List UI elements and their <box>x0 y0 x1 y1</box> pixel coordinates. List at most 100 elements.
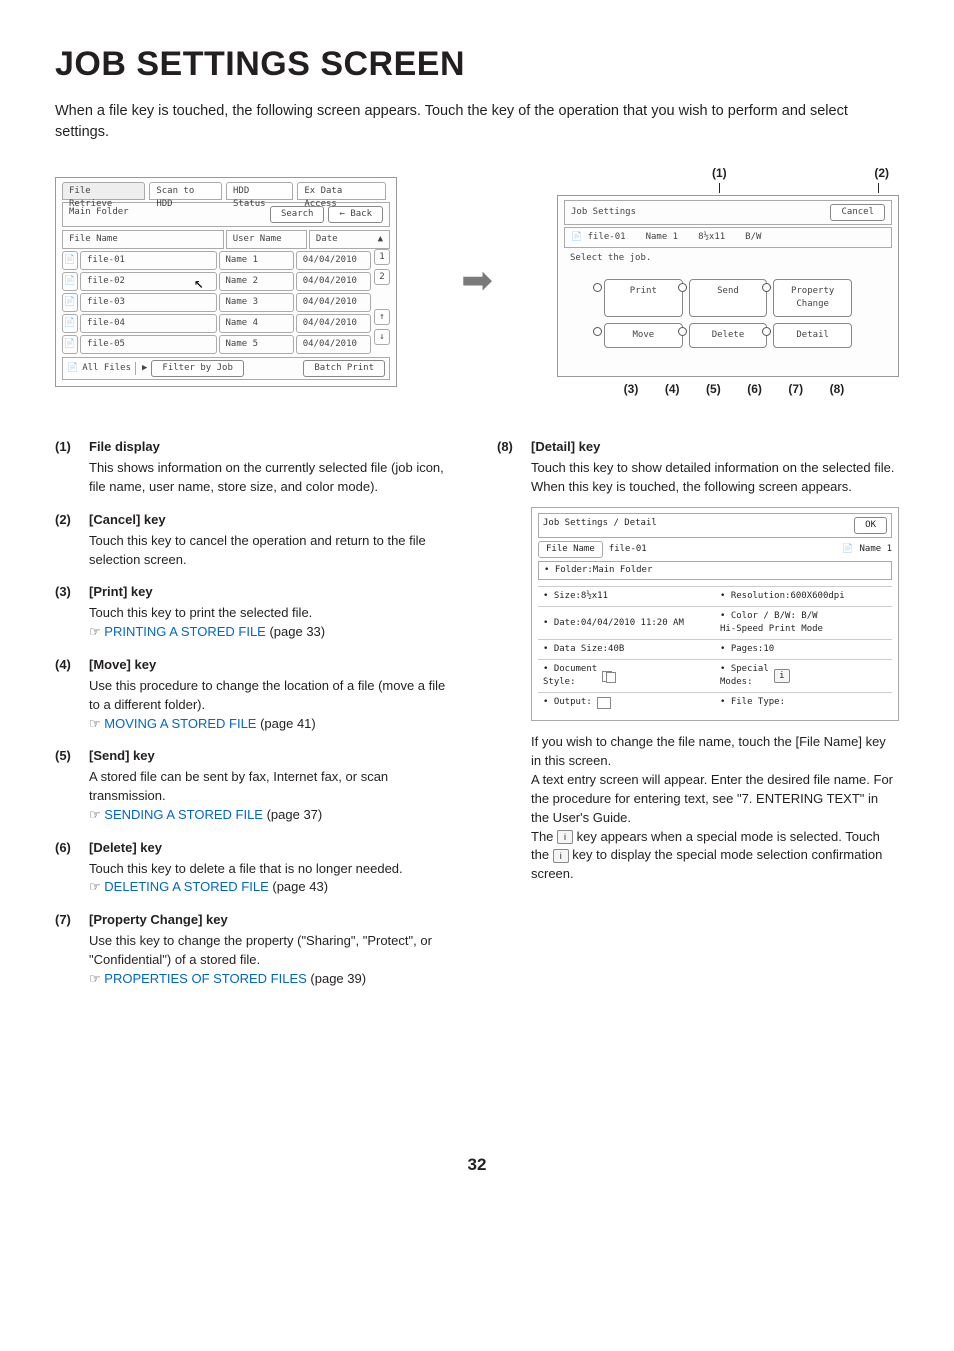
batch-print[interactable]: Batch Print <box>303 360 385 377</box>
detail-cell: • Size:8½x11 <box>538 586 715 606</box>
detail-cell: • Color / B/W: B/WHi-Speed Print Mode <box>715 606 892 639</box>
job-settings-figure: (1) (2) Job Settings Cancel 📄 file-01 Na… <box>557 165 899 398</box>
item-num: (2) <box>55 511 77 570</box>
all-files-label[interactable]: All Files <box>82 362 131 375</box>
item-title: [Cancel] key <box>89 511 457 530</box>
item-body: Use this key to change the property ("Sh… <box>89 932 457 970</box>
item-num: (4) <box>55 656 77 733</box>
item-8-after1: If you wish to change the file name, tou… <box>531 733 899 771</box>
file-row[interactable]: 📄file-02Name 204/04/2010 <box>62 272 371 291</box>
detail-button[interactable]: Detail <box>773 323 852 348</box>
xref-link[interactable]: MOVING A STORED FILE <box>104 716 256 731</box>
file-row[interactable]: 📄file-05Name 504/04/2010 <box>62 335 371 354</box>
file-icon: 📄 <box>62 251 78 270</box>
file-date: 04/04/2010 <box>296 314 371 333</box>
item-title: [Move] key <box>89 656 457 675</box>
item-8-after3: The i key appears when a special mode is… <box>531 828 899 885</box>
callout-2: (2) <box>874 165 889 182</box>
output-icon <box>597 697 611 709</box>
scroll-up[interactable]: ↑ <box>374 309 390 325</box>
item-num: (6) <box>55 839 77 898</box>
file-user: Name 5 <box>219 335 294 354</box>
tab-ex-data-access[interactable]: Ex Data Access <box>297 182 386 200</box>
detail-header: Job Settings / Detail <box>543 517 657 534</box>
move-button[interactable]: Move <box>604 323 683 348</box>
item-num: (1) <box>55 438 77 497</box>
detail-cell: • Date:04/04/2010 11:20 AM <box>538 606 715 639</box>
cancel-button[interactable]: Cancel <box>830 204 885 221</box>
tab-scan-to-hdd[interactable]: Scan to HDD <box>149 182 222 200</box>
item-num: (7) <box>55 911 77 988</box>
file-user: Name 2 <box>219 272 294 291</box>
xref-link[interactable]: SENDING A STORED FILE <box>104 807 263 822</box>
special-modes-icon[interactable]: i <box>774 669 790 683</box>
info-icon: i <box>557 830 573 844</box>
item-title: [Delete] key <box>89 839 457 858</box>
tab-hdd-status[interactable]: HDD Status <box>226 182 293 200</box>
file-row[interactable]: 📄file-04Name 404/04/2010 <box>62 314 371 333</box>
file-user: Name 1 <box>219 251 294 270</box>
col-filename[interactable]: File Name <box>62 230 224 249</box>
sort-icon: ▲ <box>378 233 383 246</box>
page-title: JOB SETTINGS SCREEN <box>55 40 899 89</box>
main-folder-label: Main Folder <box>69 206 129 223</box>
detail-user-icon: 📄 <box>842 543 853 556</box>
callout-8: (8) <box>823 381 851 398</box>
figures-row: File Retrieve Scan to HDD HDD Status Ex … <box>55 165 899 398</box>
item-num: (3) <box>55 583 77 642</box>
item-body: Touch this key to cancel the operation a… <box>89 532 457 570</box>
filter-by-job[interactable]: Filter by Job <box>151 360 243 377</box>
item-8-text2: When this key is touched, the following … <box>531 478 899 497</box>
file-date: 04/04/2010 <box>296 251 371 270</box>
file-date: 04/04/2010 <box>296 293 371 312</box>
callout-3: (3) <box>617 381 645 398</box>
detail-panel: Job Settings / Detail OK File Name file-… <box>531 507 899 721</box>
filename-button[interactable]: File Name <box>538 541 603 558</box>
file-icon: 📄 <box>62 335 78 354</box>
file-row[interactable]: 📄file-03Name 304/04/2010 <box>62 293 371 312</box>
callout-5: (5) <box>699 381 727 398</box>
file-row[interactable]: 📄file-01Name 104/04/2010 <box>62 251 371 270</box>
callout-7: (7) <box>782 381 810 398</box>
col-username[interactable]: User Name <box>226 230 307 249</box>
detail-cell: • Resolution:600X600dpi <box>715 586 892 606</box>
job-settings-label: Job Settings <box>571 206 636 219</box>
callout-4: (4) <box>658 381 686 398</box>
callout-6: (6) <box>741 381 769 398</box>
file-name: file-05 <box>80 335 217 354</box>
all-files-icon: 📄 <box>67 362 78 375</box>
item-title: [Send] key <box>89 747 457 766</box>
info-icon: i <box>553 849 569 863</box>
xref-link[interactable]: PROPERTIES OF STORED FILES <box>104 971 307 986</box>
item-body: Touch this key to delete a file that is … <box>89 860 457 879</box>
xref-link[interactable]: DELETING A STORED FILE <box>104 879 268 894</box>
page-2[interactable]: 2 <box>374 269 390 285</box>
page-1[interactable]: 1 <box>374 249 390 265</box>
item-body: A stored file can be sent by fax, Intern… <box>89 768 457 806</box>
file-name: file-03 <box>80 293 217 312</box>
file-icon: 📄 <box>62 293 78 312</box>
col-date[interactable]: Date▲ <box>309 230 390 249</box>
delete-button[interactable]: Delete <box>689 323 768 348</box>
page-number: 32 <box>55 1153 899 1178</box>
ok-button[interactable]: OK <box>854 517 887 534</box>
scroll-down[interactable]: ↓ <box>374 329 390 345</box>
item-body: Use this procedure to change the locatio… <box>89 677 457 715</box>
print-button[interactable]: Print <box>604 279 683 317</box>
item-title: [Property Change] key <box>89 911 457 930</box>
cursor-icon: ↖ <box>194 271 204 294</box>
detail-cell: • Output: <box>538 692 715 712</box>
file-user: Name 4 <box>219 314 294 333</box>
tab-file-retrieve[interactable]: File Retrieve <box>62 182 145 200</box>
arrow-icon: ➡ <box>461 254 493 309</box>
detail-cell: • Pages:10 <box>715 639 892 659</box>
detail-folder: • Folder:Main Folder <box>538 561 892 580</box>
xref-link[interactable]: PRINTING A STORED FILE <box>104 624 266 639</box>
send-button[interactable]: Send <box>689 279 768 317</box>
select-job-label: Select the job. <box>564 248 892 269</box>
back-button[interactable]: ← Back <box>328 206 383 223</box>
file-date: 04/04/2010 <box>296 335 371 354</box>
search-button[interactable]: Search <box>270 206 325 223</box>
detail-filename: file-01 <box>609 543 647 556</box>
property-change-button[interactable]: PropertyChange <box>773 279 852 317</box>
